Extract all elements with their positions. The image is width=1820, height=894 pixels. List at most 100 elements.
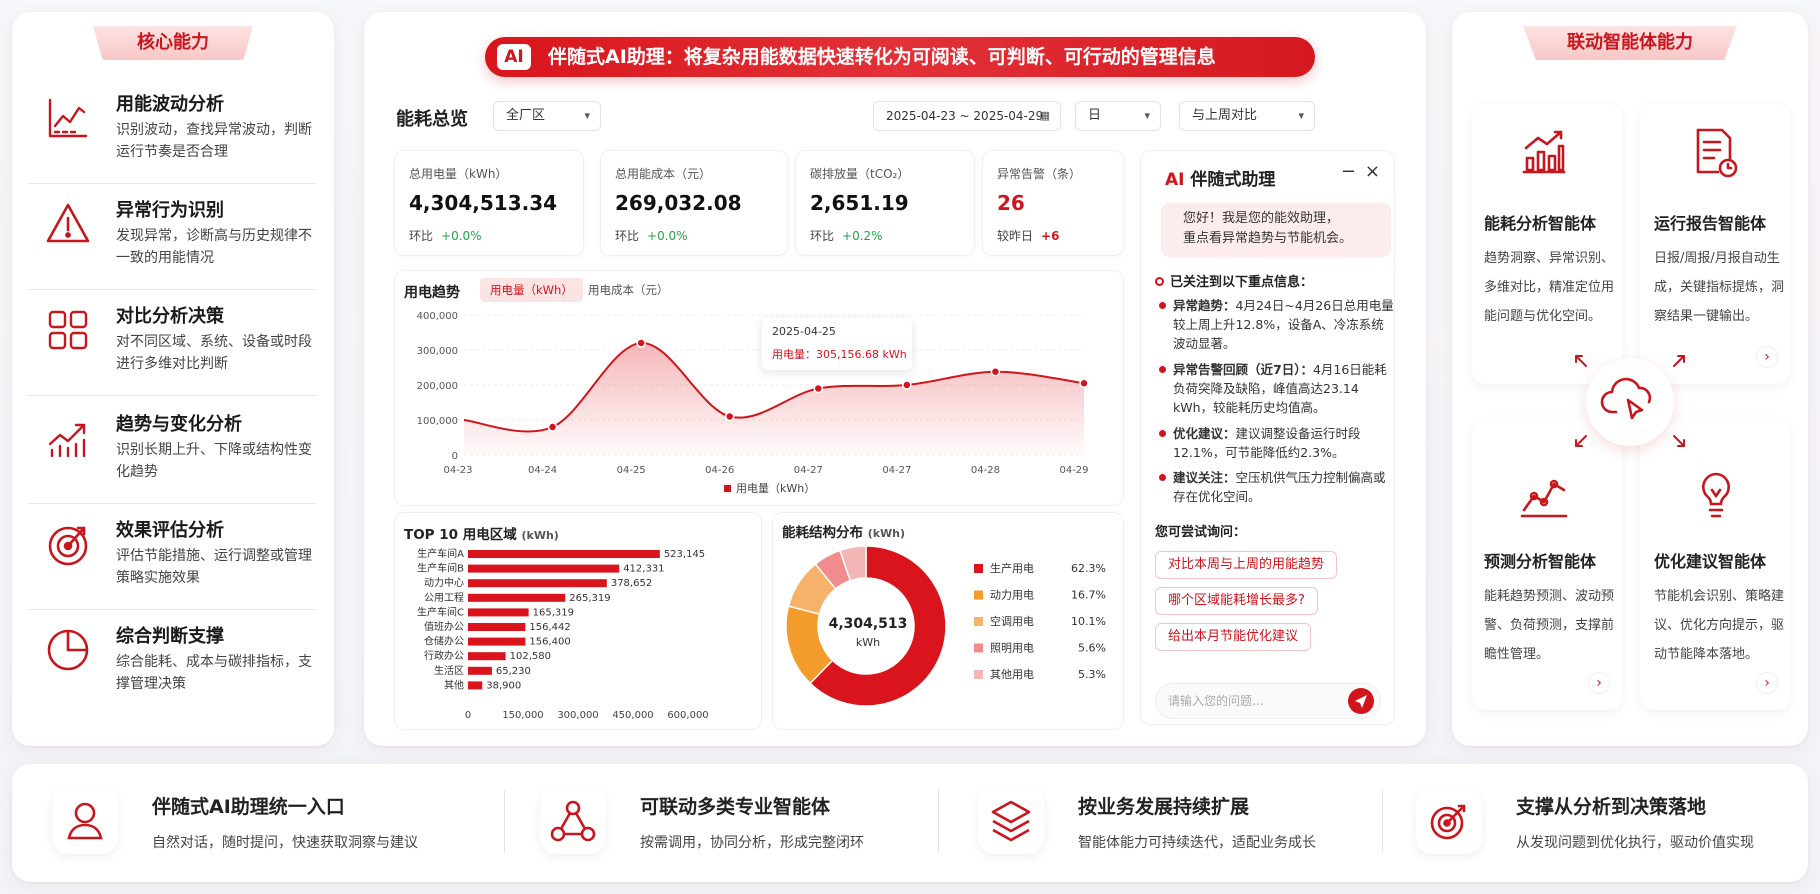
chevron-right-icon[interactable]: › bbox=[1756, 346, 1778, 368]
agent-desc: 能耗趋势预测、波动预警、负荷预测，支撑前瞻性管理。 bbox=[1484, 589, 1615, 662]
insight-item: 异常告警回顾（近7日）：4月16日能耗负荷突降及缺陷，峰值高达23.14 kWh… bbox=[1159, 360, 1395, 417]
banner-text: 伴随式AI助理：将复杂用能数据快速转化为可阅读、可判断、可行动的管理信息 bbox=[548, 46, 1216, 68]
data-label: 5.6% bbox=[1078, 642, 1106, 655]
feature-title: 按业务发展持续扩展 bbox=[1078, 796, 1250, 818]
capability-item[interactable]: 用能波动分析 识别波动，查找异常波动，判断运行节奏是否合理 bbox=[28, 84, 316, 184]
kpi-change: 环比 +0.0% bbox=[409, 227, 482, 244]
structure-title-text: 能耗结构分布 bbox=[782, 525, 863, 541]
ai-assistant-panel: AI 伴随式助理 − × 您好！我是您的能效助理， 重点看异常趋势与节能机会。 已… bbox=[1140, 150, 1395, 725]
x-tick-label: 04-23 bbox=[443, 465, 472, 476]
x-tick-label: 04-27 bbox=[882, 465, 911, 476]
x-tick-label: 150,000 bbox=[502, 710, 543, 721]
capability-item[interactable]: 对比分析决策 对不同区域、系统、设备或时段进行多维对比判断 bbox=[28, 296, 316, 396]
kpi-card[interactable]: 碳排放量（tCO₂） 2,651.19 环比 +0.2% bbox=[795, 150, 975, 256]
capability-item[interactable]: 趋势与变化分析 识别长期上升、下降或结构性变化趋势 bbox=[28, 404, 316, 504]
capability-title: 效果评估分析 bbox=[116, 520, 224, 541]
data-label: 378,652 bbox=[611, 578, 652, 589]
divider bbox=[504, 790, 505, 852]
kpi-change-label: 环比 bbox=[409, 229, 434, 243]
data-label: 38,900 bbox=[486, 680, 521, 691]
legend-label: 用电量（kWh） bbox=[736, 482, 815, 495]
bullet-icon bbox=[1159, 302, 1166, 309]
capability-item[interactable]: 综合判断支撑 综合能耗、成本与碳排指标，支撑管理决策 bbox=[28, 616, 316, 716]
kpi-change: 较昨日 +6 bbox=[997, 227, 1059, 244]
category-label: 生产车间A bbox=[417, 547, 464, 560]
suggestion-chip[interactable]: 对比本周与上周的用能趋势 bbox=[1155, 551, 1338, 579]
suggestion-chip[interactable]: 给出本月节能优化建议 bbox=[1155, 623, 1312, 651]
tooltip-date: 2025-04-25 bbox=[772, 325, 836, 338]
y-tick-label: 100,000 bbox=[417, 416, 458, 427]
data-point bbox=[547, 422, 558, 432]
kpi-card[interactable]: 总用能成本（元） 269,032.08 环比 +0.0% bbox=[600, 150, 788, 256]
capability-title: 用能波动分析 bbox=[116, 94, 224, 115]
data-label: 165,319 bbox=[533, 607, 574, 618]
capability-desc: 识别波动，查找异常波动，判断运行节奏是否合理 bbox=[116, 122, 312, 160]
agent-title: 优化建议智能体 bbox=[1654, 552, 1767, 571]
data-label: 62.3% bbox=[1071, 562, 1106, 575]
question-input[interactable]: 请输入您的问题... bbox=[1155, 683, 1381, 719]
data-point bbox=[724, 411, 735, 422]
date-range-value: 2025-04-23 ~ 2025-04-29 bbox=[886, 109, 1044, 123]
structure-title: 能耗结构分布 (kWh) bbox=[782, 521, 905, 541]
category-label: 仓储办公 bbox=[424, 635, 464, 648]
tooltip-value: 用电量：305,156.68 kWh bbox=[772, 348, 907, 361]
capability-desc: 评估节能措施、运行调整或管理策略实施效果 bbox=[116, 548, 312, 586]
send-button[interactable] bbox=[1348, 688, 1374, 714]
capability-title: 异常行为识别 bbox=[116, 200, 224, 221]
focus-heading: 已关注到以下重点信息： bbox=[1155, 271, 1313, 290]
target-icon bbox=[1416, 788, 1482, 854]
chevron-down-icon: ▾ bbox=[1298, 109, 1304, 122]
capability-item[interactable]: 效果评估分析 评估节能措施、运行调整或管理策略实施效果 bbox=[28, 510, 316, 610]
x-tick-label: 04-27 bbox=[794, 465, 823, 476]
insight-item: 建议关注：空压机供气压力控制偏高或存在优化空间。 bbox=[1159, 468, 1395, 506]
bar bbox=[468, 666, 492, 675]
kpi-card[interactable]: 总用电量（kWh） 4,304,513.34 环比 +0.0% bbox=[394, 150, 584, 256]
divider bbox=[1382, 790, 1383, 852]
greeting-line: 重点看异常趋势与节能机会。 bbox=[1183, 231, 1353, 246]
core-capabilities-title: 核心能力 bbox=[93, 26, 253, 60]
granularity-select[interactable]: 日 ▾ bbox=[1075, 101, 1161, 131]
focus-heading-text: 已关注到以下重点信息： bbox=[1170, 275, 1314, 290]
compare-select[interactable]: 与上周对比 ▾ bbox=[1179, 101, 1315, 131]
date-range-picker[interactable]: 2025-04-23 ~ 2025-04-29 ▦ bbox=[873, 101, 1061, 131]
close-icon[interactable]: × bbox=[1365, 161, 1380, 182]
bar bbox=[468, 564, 620, 573]
insight-head: 异常趋势： bbox=[1173, 298, 1236, 313]
feature-desc: 智能体能力可持续迭代，适配业务成长 bbox=[1078, 835, 1316, 851]
tab-power[interactable]: 用电量（kWh） bbox=[480, 278, 583, 302]
line-chart-icon bbox=[48, 98, 88, 138]
capability-title: 综合判断支撑 bbox=[116, 626, 224, 647]
data-label: 16.7% bbox=[1071, 589, 1106, 602]
data-point bbox=[813, 383, 824, 394]
capability-item[interactable]: 异常行为识别 发现异常，诊断高与历史规律不一致的用能情况 bbox=[28, 190, 316, 290]
data-label: 5.3% bbox=[1078, 668, 1106, 681]
legend-swatch bbox=[974, 590, 983, 600]
kpi-card-alert[interactable]: 异常告警（条） 26 较昨日 +6 bbox=[982, 150, 1124, 256]
x-tick-label: 04-25 bbox=[617, 465, 646, 476]
kpi-label: 总用能成本（元） bbox=[615, 167, 712, 181]
greeting-line: 您好！我是您的能效助理， bbox=[1183, 211, 1340, 226]
x-tick-label: 04-29 bbox=[1059, 465, 1088, 476]
data-label: 156,442 bbox=[529, 622, 570, 633]
minimize-icon[interactable]: − bbox=[1341, 161, 1356, 182]
agent-desc: 节能机会识别、策略建议、优化方向提示，驱动节能降本落地。 bbox=[1654, 589, 1785, 662]
category-label: 动力中心 bbox=[424, 576, 464, 589]
legend-label: 空调用电 bbox=[990, 614, 1034, 628]
bar bbox=[468, 681, 483, 690]
feature-desc: 自然对话，随时提问，快速获取洞察与建议 bbox=[152, 835, 418, 851]
bullet-icon bbox=[1159, 430, 1166, 437]
area-select[interactable]: 全厂区 ▾ bbox=[493, 101, 601, 131]
insight-item: 优化建议：建议调整设备运行时段12.1%，可节能降低约2.3%。 bbox=[1159, 424, 1395, 462]
data-label: 523,145 bbox=[664, 549, 705, 560]
chevron-right-icon[interactable]: › bbox=[1588, 672, 1610, 694]
insight-head: 优化建议： bbox=[1173, 426, 1236, 441]
x-tick-label: 04-26 bbox=[705, 465, 734, 476]
suggestion-chip[interactable]: 哪个区域能耗增长最多? bbox=[1155, 587, 1318, 615]
kpi-change-label: 较昨日 bbox=[997, 229, 1034, 243]
feature-title: 可联动多类专业智能体 bbox=[640, 796, 831, 818]
agent-desc: 趋势洞察、异常识别、多维对比，精准定位用能问题与优化空间。 bbox=[1484, 251, 1615, 324]
kpi-value: 4,304,513.34 bbox=[409, 191, 558, 215]
radio-icon bbox=[1155, 277, 1164, 286]
chevron-right-icon[interactable]: › bbox=[1756, 672, 1778, 694]
tab-cost[interactable]: 用电成本（元） bbox=[588, 278, 669, 302]
